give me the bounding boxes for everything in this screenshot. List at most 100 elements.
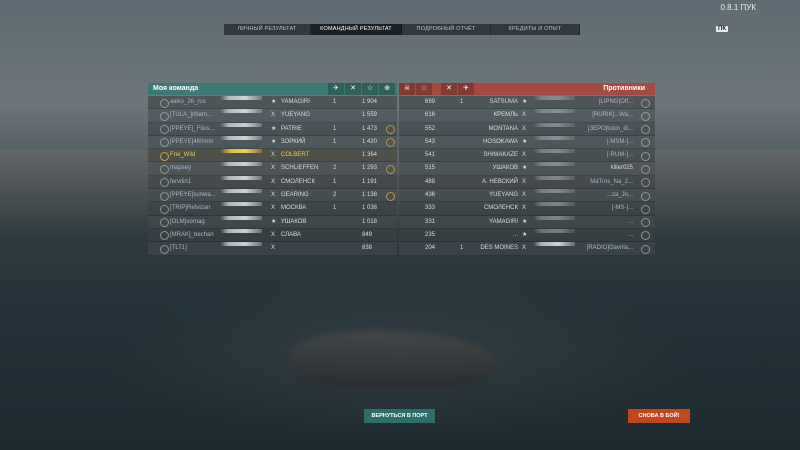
- ship-name[interactable]: HOSOKAWA: [483, 136, 518, 148]
- player-name[interactable]: [RADIO]Gavrila...: [587, 242, 633, 254]
- frag-icon[interactable]: ✕: [441, 83, 457, 95]
- table-row[interactable]: 488 А. НЕВСКИЙ X MaTros_Na_2...: [399, 175, 655, 190]
- ship-name[interactable]: ...: [513, 229, 518, 241]
- ship-name[interactable]: YUEYANG: [489, 189, 518, 201]
- plane-icon[interactable]: ✈: [458, 83, 474, 95]
- ship-name[interactable]: YAMAGIRI: [281, 96, 310, 108]
- table-row[interactable]: 331 YAMAGIRI ★...: [399, 215, 655, 229]
- table-row[interactable]: [TLT1] X 838: [148, 242, 397, 256]
- tab-team-result[interactable]: КОМАНДНЫЙ РЕЗУЛЬТАТ: [311, 24, 402, 35]
- ship-silhouette-icon: [220, 135, 262, 140]
- ship-name[interactable]: МОСКВА: [281, 202, 306, 214]
- star-icon[interactable]: ☆: [362, 83, 378, 95]
- tab-detailed-report[interactable]: ПОДРОБНЫЙ ОТЧЁТ: [402, 24, 491, 35]
- ship-name[interactable]: DES MOINES: [480, 242, 518, 254]
- rank-icon: [641, 164, 650, 174]
- my-team-header: Моя команда ✈ ✕ ☆ ⊕: [148, 83, 397, 95]
- kills-value: 1: [333, 178, 337, 185]
- ship-name[interactable]: ЗОРКИЙ: [281, 136, 305, 148]
- ship-name[interactable]: YAMAGIRI: [489, 216, 518, 228]
- table-row[interactable]: 333 СМОЛЕНСК X [-MS-]...: [399, 202, 655, 216]
- battle-again-button[interactable]: СНОВА В БОЙ!: [628, 409, 690, 423]
- table-row[interactable]: [PPEYE]sunwa... X GEARING 2 1 138: [148, 189, 397, 203]
- frag-icon[interactable]: ✕: [345, 83, 361, 95]
- ship-name[interactable]: MONTANA: [488, 123, 518, 135]
- return-to-port-button[interactable]: ВЕРНУТЬСЯ В ПОРТ: [364, 409, 435, 423]
- ship-name[interactable]: SHIMAKAZE: [483, 149, 518, 161]
- table-row[interactable]: 436 YUEYANG X ...za_Jo...: [399, 189, 655, 203]
- player-name[interactable]: ...: [628, 216, 633, 228]
- player-name[interactable]: [RURIK]...Wa...: [592, 109, 633, 121]
- xp-value: 1 138: [362, 192, 378, 199]
- ship-tier: ★: [271, 125, 277, 132]
- player-name[interactable]: MaTros_Na_2...: [590, 176, 633, 188]
- ship-tier: ★: [522, 218, 528, 225]
- ship-tier: ★: [271, 218, 277, 225]
- ship-name[interactable]: А. НЕВСКИЙ: [482, 176, 518, 188]
- ship-name[interactable]: СМОЛЕНСК: [281, 176, 315, 188]
- kills-value: 2: [333, 192, 337, 199]
- ship-tier: ★: [271, 138, 277, 145]
- table-row[interactable]: [OLM]vornag ★ УШАКОВ 1 018: [148, 215, 397, 229]
- tab-personal-result[interactable]: ЛИЧНЫЙ РЕЗУЛЬТАТ: [224, 24, 311, 35]
- ship-silhouette-icon: [533, 175, 575, 180]
- enemy-team-title: Противники: [603, 85, 645, 92]
- ship-name[interactable]: GEARING: [281, 189, 309, 201]
- xp-value: 849: [362, 231, 373, 238]
- table-row[interactable]: [TRIP]Retvizan X МОСКВА 1 1 038: [148, 202, 397, 216]
- tab-credits-and-xp[interactable]: КРЕДИТЫ И ОПЫТ: [491, 24, 580, 35]
- table-row[interactable]: 235... ★...: [399, 228, 655, 243]
- table-row[interactable]: 541 SHIMAKAZE X [-RUM-]...: [399, 149, 655, 163]
- table-row[interactable]: 515 УШАКОВ ★ killer025: [399, 162, 655, 176]
- ship-name[interactable]: СЛАВА: [281, 229, 301, 241]
- plane-icon[interactable]: ✈: [328, 83, 344, 95]
- player-name[interactable]: [LIPNG]Off...: [599, 96, 633, 108]
- xp-value: 699: [425, 99, 436, 105]
- ship-name[interactable]: COLBERT: [281, 149, 309, 161]
- medal-icon[interactable]: ⊕: [379, 83, 395, 95]
- player-name[interactable]: [-RUM-]...: [607, 149, 633, 161]
- ship-name[interactable]: УШАКОВ: [281, 216, 306, 228]
- ship-tier: X: [271, 165, 276, 172]
- ship-name[interactable]: УШАКОВ: [493, 162, 518, 174]
- ship-silhouette-icon: [533, 96, 575, 100]
- xp-value: 235: [425, 231, 436, 238]
- table-row[interactable]: 204 1 DES MOINES X [RADIO]Gavrila...: [399, 242, 655, 256]
- star-icon[interactable]: ☆: [416, 83, 432, 95]
- ship-name[interactable]: YUEYANG: [281, 109, 310, 121]
- table-row[interactable]: 543 HOSOKAWA ★ [-MSM-]...: [399, 135, 655, 150]
- player-name[interactable]: [-MS-]...: [612, 202, 633, 214]
- table-row[interactable]: 699 1 SATSUMA ★ [LIPNG]Off...: [399, 96, 655, 110]
- team-results-board: Моя команда ✈ ✕ ☆ ⊕ ☠ ☆ ✕ ✈ Противники a…: [148, 83, 655, 256]
- rank-icon: [641, 191, 650, 201]
- xp-value: 1 904: [362, 99, 378, 105]
- player-name[interactable]: ...: [628, 229, 633, 241]
- ship-name[interactable]: SATSUMA: [489, 96, 518, 108]
- player-name[interactable]: [-MSM-]...: [607, 136, 633, 148]
- player-name[interactable]: [ЗЕРО]tokin_di...: [588, 123, 633, 135]
- ship-tier: X: [522, 192, 527, 199]
- xp-value: 204: [425, 245, 436, 252]
- kills-value: 1: [333, 125, 337, 132]
- table-row[interactable]: [PPEYE]_Filos... ★ PATRIE 1 1 473: [148, 122, 397, 136]
- table-row[interactable]: aleks_26_rus ★ YAMAGIRI 1 1 904: [148, 96, 397, 110]
- ship-name[interactable]: SCHLIEFFEN: [281, 162, 318, 174]
- table-row[interactable]: [TULA_]ribam... X YUEYANG 1 559: [148, 109, 397, 123]
- table-row[interactable]: 616 КРЕМЛЬ X [RURIK]...Wa...: [399, 109, 655, 123]
- player-name[interactable]: killer025: [611, 162, 633, 174]
- rank-icon: [641, 138, 650, 148]
- ship-silhouette-icon: [533, 149, 575, 154]
- table-row[interactable]: fervitin1 X СМОЛЕНСК 1 1 191: [148, 175, 397, 190]
- ship-silhouette-icon: [220, 96, 262, 100]
- table-row[interactable]: [PPEYE]460mm ★ ЗОРКИЙ 1 1 420: [148, 135, 397, 150]
- table-row[interactable]: mapsey X SCHLIEFFEN 2 1 293: [148, 162, 397, 176]
- table-row[interactable]: Frei_Wild X COLBERT 1 364: [148, 149, 397, 163]
- ship-name[interactable]: PATRIE: [281, 123, 302, 135]
- table-row[interactable]: [MRAK]_bechan X СЛАВА 849: [148, 228, 397, 243]
- ship-name[interactable]: СМОЛЕНСК: [484, 202, 518, 214]
- table-row[interactable]: 552 MONTANA X [ЗЕРО]tokin_di...: [399, 122, 655, 136]
- ship-name[interactable]: КРЕМЛЬ: [494, 109, 518, 121]
- skull-icon[interactable]: ☠: [399, 83, 415, 95]
- player-name[interactable]: ...za_Jo...: [607, 189, 633, 201]
- ship-tier: X: [271, 205, 276, 212]
